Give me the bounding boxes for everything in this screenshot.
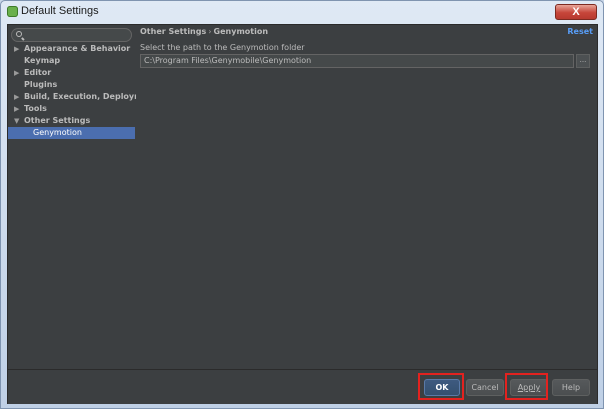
reset-link[interactable]: Reset [567,27,593,36]
android-app-icon [7,6,18,17]
sidebar-item-keymap[interactable]: Keymap [8,55,135,67]
sidebar-item-appearance-behavior[interactable]: ▶ Appearance & Behavior [8,43,135,55]
breadcrumb: Other Settings › Genymotion [140,27,268,36]
genymotion-path-label: Select the path to the Genymotion folder [140,43,305,52]
browse-button[interactable]: ... [576,54,590,68]
expand-arrow-icon[interactable]: ▶ [14,91,19,103]
dialog-footer: OK Cancel Apply Help [8,369,597,404]
sidebar-item-label: Other Settings [24,116,91,125]
settings-tree: ▶ Appearance & Behavior Keymap ▶ Editor … [8,43,157,139]
help-button[interactable]: Help [552,379,590,396]
search-icon [16,31,22,37]
sidebar-item-label: Appearance & Behavior [24,44,131,53]
search-input[interactable] [11,28,132,42]
sidebar-item-label: Keymap [24,56,61,65]
expand-arrow-icon[interactable]: ▶ [14,43,19,55]
apply-button[interactable]: Apply [510,379,548,396]
sidebar-item-tools[interactable]: ▶ Tools [8,103,135,115]
sidebar-item-build-execution-deployment[interactable]: ▶ Build, Execution, Deployment [8,91,157,103]
sidebar-item-label: Tools [24,104,47,113]
genymotion-path-field[interactable]: C:\Program Files\Genymobile\Genymotion [140,54,574,68]
sidebar-item-genymotion[interactable]: Genymotion [8,127,135,139]
sidebar-item-label: Editor [24,68,52,77]
close-button[interactable]: X [555,4,597,20]
ok-button[interactable]: OK [424,379,460,396]
expand-arrow-icon[interactable]: ▶ [14,103,19,115]
sidebar-item-label: Genymotion [33,128,82,137]
window-title: Default Settings [21,5,99,17]
breadcrumb-current: Genymotion [213,27,269,36]
sidebar-item-label: Plugins [24,80,58,89]
breadcrumb-separator: › [208,27,212,36]
sidebar-item-plugins[interactable]: Plugins [8,79,135,91]
sidebar-item-other-settings[interactable]: ▼ Other Settings [8,115,135,127]
sidebar-item-editor[interactable]: ▶ Editor [8,67,135,79]
settings-content: Other Settings › Genymotion Reset Select t… [136,25,597,369]
title-bar[interactable]: Default Settings X [1,1,603,23]
cancel-button[interactable]: Cancel [466,379,504,396]
settings-window: Default Settings X ▶ Appearance & Behavi… [0,0,604,409]
dialog-body: ▶ Appearance & Behavior Keymap ▶ Editor … [7,24,598,404]
breadcrumb-parent: Other Settings [140,27,207,36]
settings-sidebar: ▶ Appearance & Behavior Keymap ▶ Editor … [8,25,157,369]
collapse-arrow-icon[interactable]: ▼ [14,115,19,127]
expand-arrow-icon[interactable]: ▶ [14,67,19,79]
